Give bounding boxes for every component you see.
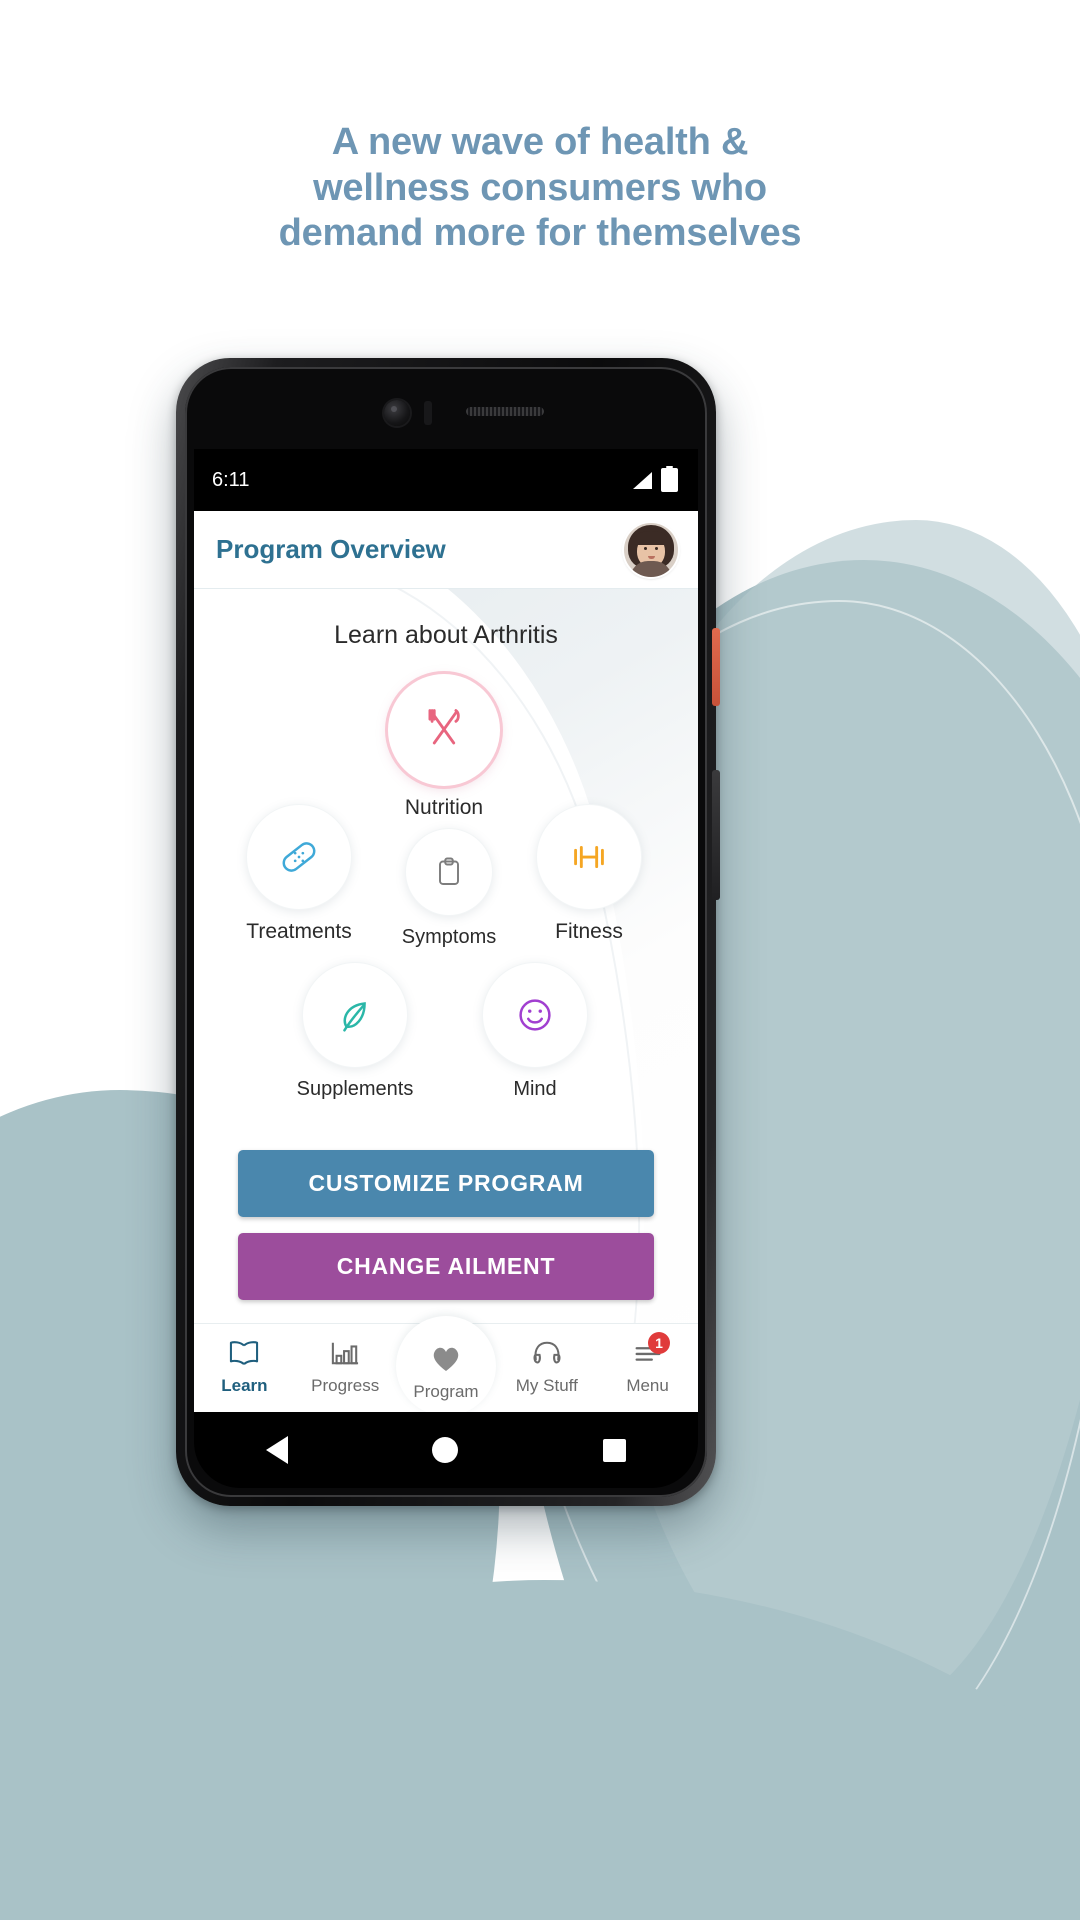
tab-progress[interactable]: Progress — [295, 1334, 396, 1396]
bottom-tab-bar: Learn Progress Program My Stuff 1 Menu — [194, 1316, 698, 1419]
action-buttons: CUSTOMIZE PROGRAM CHANGE AILMENT — [194, 1150, 698, 1300]
avatar-fringe — [635, 530, 667, 545]
tab-learn[interactable]: Learn — [194, 1334, 295, 1396]
proximity-sensor-icon — [424, 401, 432, 425]
section-title: Learn about Arthritis — [334, 621, 558, 649]
tab-menu[interactable]: 1 Menu — [597, 1332, 698, 1396]
circle-home-icon[interactable] — [432, 1437, 459, 1463]
category-grid: Nutrition Treatments Symptoms Fitness Su… — [194, 656, 698, 1136]
earpiece-speaker-icon — [466, 407, 544, 416]
smiley-face-icon — [519, 999, 551, 1031]
symptoms-circle[interactable] — [405, 828, 493, 916]
phone-bezel: 6:11 Program Overview Learn about Arthri… — [185, 367, 707, 1497]
category-item-treatments[interactable]: Treatments — [224, 804, 374, 944]
avatar-eye-left — [644, 546, 647, 550]
tab-label: My Stuff — [515, 1376, 578, 1395]
category-item-supplements[interactable]: Supplements — [280, 962, 430, 1101]
square-recents-icon[interactable] — [602, 1438, 626, 1462]
fitness-circle[interactable] — [536, 804, 642, 910]
battery-full-icon — [661, 466, 678, 492]
headline-line-3: demand more for themselves — [278, 212, 802, 255]
leaf-icon — [343, 1002, 366, 1032]
signal-bars-icon — [632, 471, 652, 489]
status-badge: 1 — [647, 1332, 670, 1354]
promo-headline: A new wave of health & wellness consumer… — [0, 120, 1080, 257]
category-label: Nutrition — [404, 796, 484, 819]
tab-label: Progress — [311, 1376, 380, 1395]
app-bar: Program Overview — [194, 511, 698, 589]
triangle-back-icon[interactable] — [266, 1436, 289, 1464]
power-button — [712, 770, 720, 900]
category-label: Symptoms — [401, 926, 497, 948]
category-item-fitness[interactable]: Fitness — [514, 804, 664, 944]
tab-my-stuff[interactable]: My Stuff — [496, 1334, 597, 1396]
page-title: Program Overview — [216, 534, 446, 564]
mind-circle[interactable] — [482, 962, 588, 1068]
open-book-icon — [194, 1334, 295, 1372]
dumbbell-icon — [574, 845, 604, 869]
category-item-mind[interactable]: Mind — [460, 962, 610, 1101]
system-navigation-bar — [194, 1412, 698, 1488]
program-overview-content: Learn about Arthritis Nutrition Treatmen… — [194, 589, 698, 1419]
avatar[interactable] — [624, 522, 678, 577]
bandage-icon — [282, 842, 316, 872]
customize-program-button[interactable]: CUSTOMIZE PROGRAM — [238, 1150, 654, 1217]
status-bar-time: 6:11 — [212, 468, 250, 491]
avatar-eye-right — [655, 546, 658, 550]
bar-chart-icon — [295, 1334, 396, 1372]
phone-mockup: 6:11 Program Overview Learn about Arthri… — [176, 358, 720, 1506]
tab-program[interactable]: Program — [395, 1316, 497, 1416]
tab-label: Learn — [221, 1376, 268, 1395]
volume-button — [712, 628, 720, 706]
clipboard-icon — [439, 857, 459, 885]
category-label: Mind — [513, 1078, 557, 1100]
heart-icon — [396, 1340, 497, 1378]
category-item-nutrition[interactable]: Nutrition — [369, 674, 519, 820]
headphones-icon — [496, 1334, 597, 1372]
tab-label: Menu — [626, 1376, 669, 1395]
headline-line-2: wellness consumers who — [313, 166, 767, 209]
status-bar-icons — [632, 466, 678, 492]
change-ailment-button[interactable]: CHANGE AILMENT — [238, 1233, 654, 1300]
treatments-circle[interactable] — [246, 804, 352, 910]
phone-screen: 6:11 Program Overview Learn about Arthri… — [194, 449, 698, 1419]
category-label: Supplements — [296, 1078, 414, 1100]
category-item-symptoms[interactable]: Symptoms — [374, 828, 524, 949]
category-label: Fitness — [555, 920, 623, 943]
tab-label: Program — [413, 1382, 479, 1401]
headline-line-1: A new wave of health & — [331, 121, 749, 163]
avatar-mouth — [648, 555, 655, 559]
nutrition-circle[interactable] — [388, 674, 500, 786]
fork-knife-icon — [428, 709, 460, 745]
status-bar: 6:11 — [194, 449, 698, 511]
front-camera-icon — [384, 400, 410, 426]
supplements-circle[interactable] — [302, 962, 408, 1068]
category-label: Treatments — [246, 920, 352, 943]
